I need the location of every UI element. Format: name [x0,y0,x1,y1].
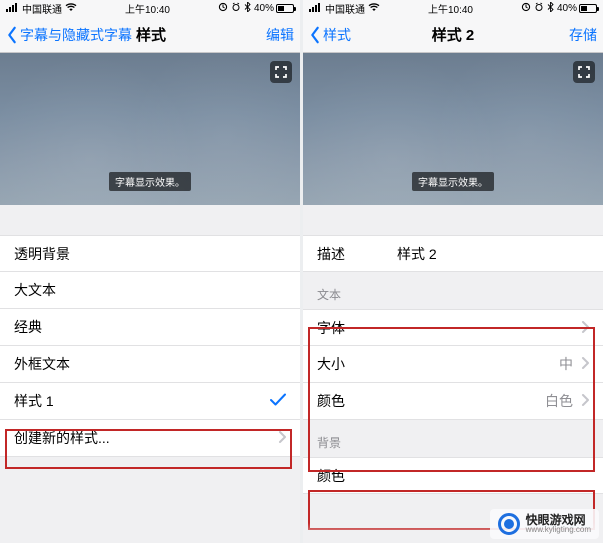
nav-title: 样式 [136,24,166,45]
preview-video: 字幕显示效果。 [0,53,300,205]
bg-color-row[interactable]: 颜色 [303,457,603,494]
style-option-selected[interactable]: 样式 1 [0,383,300,420]
chevron-right-icon [581,356,589,372]
styles-list: 透明背景 大文本 经典 外框文本 样式 1 创建新的样式... [0,235,300,457]
screen-styles-list: 中国联通 上午10:40 40% [0,0,300,543]
carrier-label: 中国联通 [22,1,62,16]
nav-bar: 字幕与隐藏式字幕 样式 编辑 [0,17,300,53]
expand-icon[interactable] [270,61,292,83]
watermark-logo [498,513,520,535]
status-bar: 中国联通 上午10:40 40% [0,0,300,17]
battery-pct: 40% [254,3,274,14]
background-settings: 颜色 [303,457,603,494]
watermark: 快眼游戏网 www.kyligting.com [490,509,599,539]
battery-pct: 40% [557,3,577,14]
screen-style-edit: 中国联通 上午10:40 40% [303,0,603,543]
style-option[interactable]: 外框文本 [0,346,300,383]
alarm-icon [534,2,544,15]
chevron-right-icon [581,393,589,409]
style-option[interactable]: 大文本 [0,272,300,309]
wifi-icon [65,2,77,15]
status-bar: 中国联通 上午10:40 40% [303,0,603,17]
chevron-right-icon [278,430,286,446]
back-label: 字幕与隐藏式字幕 [20,25,132,45]
status-time: 上午10:40 [125,1,170,16]
preview-video: 字幕显示效果。 [303,53,603,205]
expand-icon[interactable] [573,61,595,83]
battery-icon [579,4,597,13]
describe-value: 样式 2 [397,244,437,264]
signal-icon [309,2,322,15]
orientation-lock-icon [521,2,531,15]
style-option[interactable]: 经典 [0,309,300,346]
battery-icon [276,4,294,13]
watermark-line2: www.kyligting.com [526,526,591,534]
create-new-style[interactable]: 创建新的样式... [0,420,300,457]
preview-caption: 字幕显示效果。 [412,172,494,191]
font-row[interactable]: 字体 [303,309,603,346]
carrier-label: 中国联通 [325,1,365,16]
back-button[interactable]: 字幕与隐藏式字幕 [6,25,132,45]
save-button[interactable]: 存储 [569,25,597,45]
section-header-background: 背景 [303,420,603,457]
checkmark-icon [270,393,286,409]
describe-label: 描述 [317,244,397,264]
color-value: 白色 [545,391,573,411]
size-row[interactable]: 大小 中 [303,346,603,383]
bluetooth-icon [547,2,554,15]
status-time: 上午10:40 [428,1,473,16]
style-option[interactable]: 透明背景 [0,235,300,272]
describe-row[interactable]: 描述 样式 2 [303,235,603,272]
signal-icon [6,2,19,15]
bluetooth-icon [244,2,251,15]
nav-bar: 样式 样式 2 存储 [303,17,603,53]
back-label: 样式 [323,25,351,45]
chevron-right-icon [581,320,589,336]
preview-caption: 字幕显示效果。 [109,172,191,191]
size-value: 中 [559,354,573,374]
edit-button[interactable]: 编辑 [266,25,294,45]
back-button[interactable]: 样式 [309,25,351,45]
wifi-icon [368,2,380,15]
alarm-icon [231,2,241,15]
color-row[interactable]: 颜色 白色 [303,383,603,420]
section-header-text: 文本 [303,272,603,309]
text-settings: 字体 大小 中 颜色 白色 [303,309,603,420]
orientation-lock-icon [218,2,228,15]
